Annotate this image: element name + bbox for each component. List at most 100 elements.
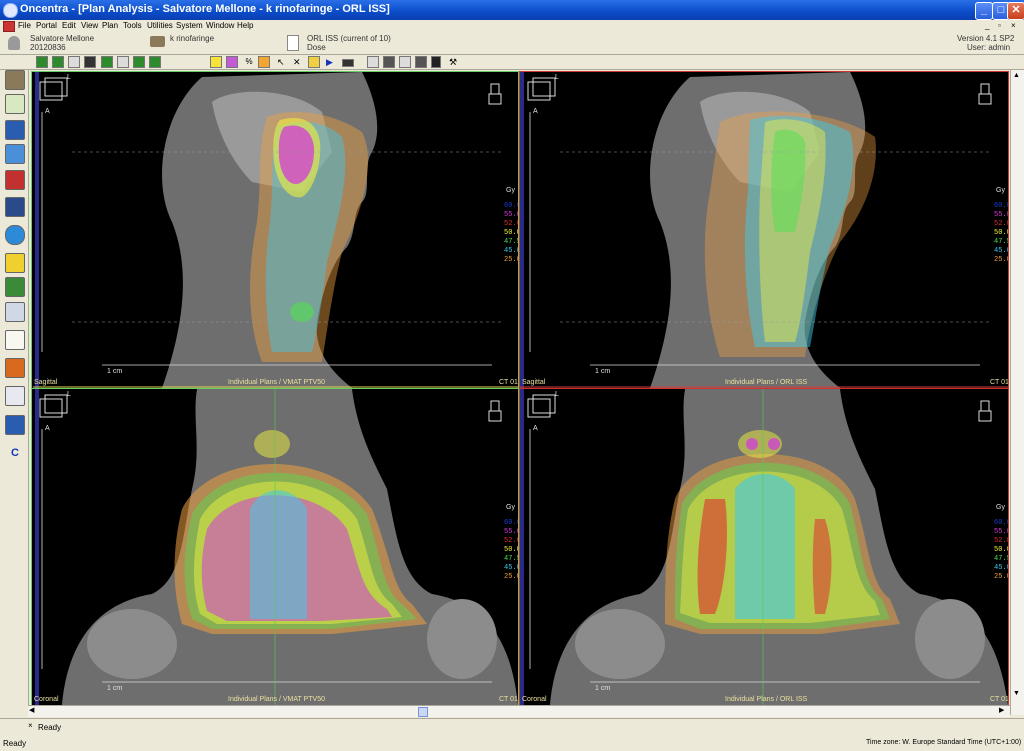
menu-edit[interactable]: Edit xyxy=(62,20,76,32)
ce-icon[interactable]: C xyxy=(5,443,25,463)
legend-45: 45.0 xyxy=(504,247,518,255)
book-icon[interactable] xyxy=(5,170,25,190)
dropdown-icon[interactable] xyxy=(431,56,441,68)
view-type-label: Sagittal xyxy=(522,379,546,386)
menu-plan[interactable]: Plan xyxy=(102,20,118,32)
legend-45: 45.0 xyxy=(994,247,1008,255)
ready-status-bottom: Ready xyxy=(3,739,27,748)
ct-label: CT 01 xyxy=(990,696,1009,703)
legend-50: 50.0 xyxy=(994,229,1008,237)
menu-file[interactable]: File xyxy=(18,20,31,32)
contour-icon[interactable] xyxy=(5,144,25,164)
orientation-a-label: A xyxy=(533,108,538,115)
mdi-restore-button[interactable]: ▫ xyxy=(998,20,1001,32)
plan-name-label: Individual Plans / ORL ISS xyxy=(725,379,808,386)
view-a-icon[interactable] xyxy=(101,56,113,68)
layout-3-icon[interactable] xyxy=(68,56,80,68)
print-icon[interactable] xyxy=(415,56,427,68)
mdi-close-button[interactable]: × xyxy=(1011,20,1016,32)
scroll-down-arrow-icon[interactable]: ▼ xyxy=(1013,690,1021,698)
orientation-a-label: A xyxy=(45,425,50,432)
view-type-label: Coronal xyxy=(34,696,59,703)
vertical-scrollbar[interactable]: ▲ ▼ xyxy=(1010,70,1024,715)
crosshair-icon[interactable]: ✕ xyxy=(292,56,304,68)
case-name: k rinofaringe xyxy=(170,34,215,43)
percent-icon[interactable]: % xyxy=(243,56,255,68)
beam-icon[interactable] xyxy=(5,253,25,273)
document-icon[interactable] xyxy=(3,21,15,32)
scroll-thumb[interactable] xyxy=(418,707,428,717)
grid-icon[interactable] xyxy=(367,56,379,68)
menu-help[interactable]: Help xyxy=(237,20,253,32)
plan-name-label: Individual Plans / ORL ISS xyxy=(725,696,808,703)
orientation-l-label: L xyxy=(67,74,71,81)
status-bar: × Ready Ready Time zone: W. Europe Stand… xyxy=(0,718,1024,751)
case-briefcase-icon[interactable] xyxy=(150,36,165,47)
patient-name: Salvatore Mellone xyxy=(30,34,95,43)
isodose-legend: 60.0 55.0 52.0 50.0 47.5 45.0 25.0 xyxy=(994,519,1008,582)
legend-60: 60.0 xyxy=(994,519,1008,527)
plan-document-icon[interactable] xyxy=(287,35,299,51)
import-icon[interactable] xyxy=(5,94,25,114)
organ-icon[interactable] xyxy=(5,225,25,245)
safe-icon[interactable] xyxy=(5,197,25,217)
patient-id: 20120836 xyxy=(30,43,66,52)
ruler-icon[interactable] xyxy=(5,277,25,297)
scroll-left-arrow-icon[interactable]: ◀ xyxy=(29,706,34,714)
legend-25: 25.0 xyxy=(504,256,518,264)
horizontal-scrollbar[interactable]: ◀ ▶ xyxy=(28,705,1010,717)
viewport-coronal-right[interactable]: A L 1 cm Coronal Individual Plans / ORL … xyxy=(519,388,1009,706)
send-icon[interactable] xyxy=(5,415,25,435)
dose-profile-icon[interactable] xyxy=(342,59,354,67)
scale-label: 1 cm xyxy=(107,368,123,375)
export-icon[interactable] xyxy=(5,120,25,140)
menu-portal[interactable]: Portal xyxy=(36,20,57,32)
patient-icon[interactable] xyxy=(5,70,25,90)
dose-bar-icon[interactable] xyxy=(258,56,270,68)
close-tab-icon[interactable]: × xyxy=(28,721,33,730)
viewport-sagittal-left[interactable]: A L 1 cm Sagittal Individual Plans / VMA… xyxy=(31,71,519,389)
highlight-icon[interactable] xyxy=(210,56,222,68)
viewport-sagittal-right[interactable]: A L 1 cm Sagittal Individual Plans / ORL… xyxy=(519,71,1009,389)
dose-unit-label: Gy xyxy=(996,504,1005,511)
scroll-up-arrow-icon[interactable]: ▲ xyxy=(1013,72,1021,80)
table-icon[interactable] xyxy=(383,56,395,68)
viewport-coronal-left[interactable]: A L 1 cm Coronal Individual Plans / VMAT… xyxy=(31,388,519,706)
legend-25: 25.0 xyxy=(994,573,1008,581)
menu-view[interactable]: View xyxy=(81,20,98,32)
pointer-icon[interactable]: ↖ xyxy=(276,56,288,68)
menu-tools[interactable]: Tools xyxy=(123,20,142,32)
close-button[interactable]: ✕ xyxy=(1007,2,1024,20)
warning-icon[interactable] xyxy=(5,358,25,378)
scale-label: 1 cm xyxy=(107,685,123,692)
ready-status: Ready xyxy=(38,723,62,732)
tools-icon[interactable]: ⚒ xyxy=(448,56,460,68)
color-icon[interactable] xyxy=(226,56,238,68)
scroll-right-arrow-icon[interactable]: ▶ xyxy=(999,706,1004,714)
target-icon[interactable] xyxy=(308,56,320,68)
menu-utilities[interactable]: Utilities xyxy=(147,20,173,32)
window-icon[interactable] xyxy=(399,56,411,68)
patient-icon[interactable] xyxy=(8,36,20,50)
legend-45: 45.0 xyxy=(504,564,518,572)
layout-1-icon[interactable] xyxy=(36,56,48,68)
mdi-minimize-button[interactable]: _ xyxy=(985,20,989,32)
play-icon[interactable]: ▶ xyxy=(325,56,337,68)
orientation-l-label: L xyxy=(555,391,559,398)
dvh-icon[interactable] xyxy=(5,386,25,406)
scale-label: 1 cm xyxy=(595,368,611,375)
report-icon[interactable] xyxy=(5,330,25,350)
legend-60: 60.0 xyxy=(994,202,1008,210)
dose-unit-label: Gy xyxy=(506,187,515,194)
view-b-icon[interactable] xyxy=(117,56,129,68)
view-d-icon[interactable] xyxy=(149,56,161,68)
legend-60: 60.0 xyxy=(504,519,518,527)
layout-4-icon[interactable] xyxy=(84,56,96,68)
menu-system[interactable]: System xyxy=(176,20,203,32)
legend-50: 50.0 xyxy=(994,546,1008,554)
plan-icon[interactable] xyxy=(5,302,25,322)
minimize-button[interactable]: _ xyxy=(975,2,993,20)
menu-window[interactable]: Window xyxy=(206,20,234,32)
view-c-icon[interactable] xyxy=(133,56,145,68)
layout-2-icon[interactable] xyxy=(52,56,64,68)
